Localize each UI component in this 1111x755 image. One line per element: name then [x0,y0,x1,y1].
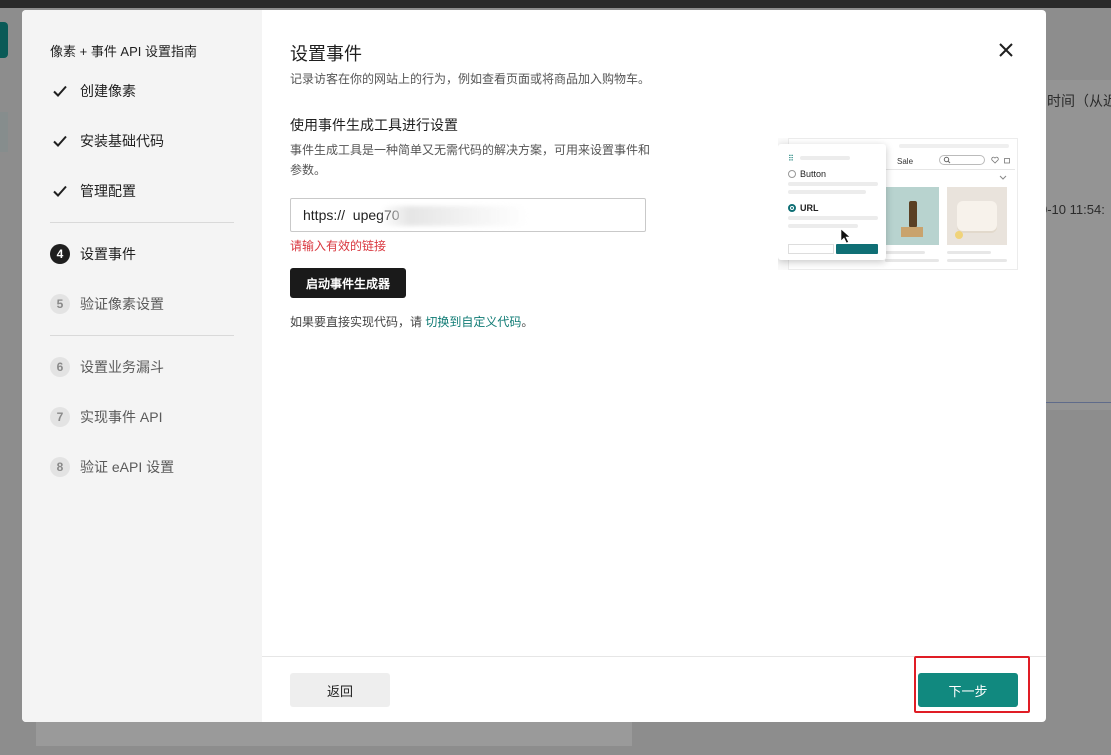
background-column-header: 时间（从近 [1047,93,1111,109]
section-description: 事件生成工具是一种简单又无需代码的解决方案，可用来设置事件和参数。 [290,143,651,177]
background-timestamp: 0-10 11:54: [1040,202,1105,217]
setup-guide-modal: 像素 + 事件 API 设置指南 创建像素 安装基础代码 管理配置 4 设置事件… [22,10,1046,722]
step-business-funnel[interactable]: 6 设置业务漏斗 [50,355,240,379]
step-manage-config[interactable]: 管理配置 [50,179,240,203]
background-right-panel [1046,80,1111,410]
url-error-message: 请输入有效的链接 [290,239,387,253]
event-builder-illustration: Sale ⠿ Button URL [778,138,1018,270]
background-divider [1046,402,1111,403]
illustration-event-popup: ⠿ Button URL [778,144,886,260]
page-title: 设置事件 [290,44,362,64]
cart-icon [1004,158,1010,164]
sidebar-divider [50,222,234,223]
switch-to-custom-code-link[interactable]: 切换到自定义代码 [425,315,521,329]
website-url-input[interactable] [290,198,646,232]
step-label: 实现事件 API [80,409,163,425]
radio-selected-icon [788,204,796,212]
heart-icon [991,156,999,164]
checkmark-icon [50,81,70,101]
launch-event-builder-button[interactable]: 启动事件生成器 [290,268,406,298]
checkmark-icon [50,131,70,151]
radio-icon [788,170,796,178]
step-label: 创建像素 [80,83,136,99]
back-button[interactable]: 返回 [290,673,390,707]
step-create-pixel[interactable]: 创建像素 [50,79,240,103]
illustration-sale-label: Sale [897,157,914,166]
step-label: 验证像素设置 [80,296,164,312]
background-tab [0,22,8,58]
checkmark-icon [50,181,70,201]
chevron-down-icon [999,175,1007,180]
main-content: 设置事件 记录访客在你的网站上的行为，例如查看页面或将商品加入购物车。 使用事件… [262,10,1046,722]
guide-sidebar: 像素 + 事件 API 设置指南 创建像素 安装基础代码 管理配置 4 设置事件… [22,10,262,722]
step-number: 7 [50,407,70,427]
sidebar-title: 像素 + 事件 API 设置指南 [50,44,197,59]
search-icon [939,155,985,165]
step-number: 8 [50,457,70,477]
step-label: 验证 eAPI 设置 [80,459,175,475]
sidebar-divider [50,335,234,336]
step-verify-eapi[interactable]: 8 验证 eAPI 设置 [50,455,240,479]
step-label: 设置事件 [80,246,136,262]
step-install-base-code[interactable]: 安装基础代码 [50,129,240,153]
footer-divider [262,656,1046,657]
step-number: 4 [50,244,70,264]
illustration-option-url: URL [800,203,819,213]
step-number: 6 [50,357,70,377]
cursor-icon [840,228,851,244]
step-label: 设置业务漏斗 [80,359,164,375]
hint-prefix: 如果要直接实现代码，请 [290,315,426,329]
background-panel [36,720,632,746]
grid-icon: ⠿ [788,154,794,163]
custom-code-hint: 如果要直接实现代码，请 切换到自定义代码。 [290,313,533,330]
close-button[interactable] [996,40,1016,60]
page-description: 记录访客在你的网站上的行为，例如查看页面或将商品加入购物车。 [290,72,651,86]
next-button[interactable]: 下一步 [918,673,1018,707]
step-events-api[interactable]: 7 实现事件 API [50,405,240,429]
background-top-bar [0,0,1111,8]
step-number: 5 [50,294,70,314]
illustration-option-button: Button [800,169,827,179]
step-label: 管理配置 [80,183,136,199]
step-set-events[interactable]: 4 设置事件 [50,242,240,266]
hint-suffix: 。 [521,315,534,329]
close-icon [999,43,1013,57]
step-verify-pixel[interactable]: 5 验证像素设置 [50,292,240,316]
step-label: 安装基础代码 [80,133,164,149]
background-left-strip [0,112,8,152]
section-title: 使用事件生成工具进行设置 [290,117,458,133]
